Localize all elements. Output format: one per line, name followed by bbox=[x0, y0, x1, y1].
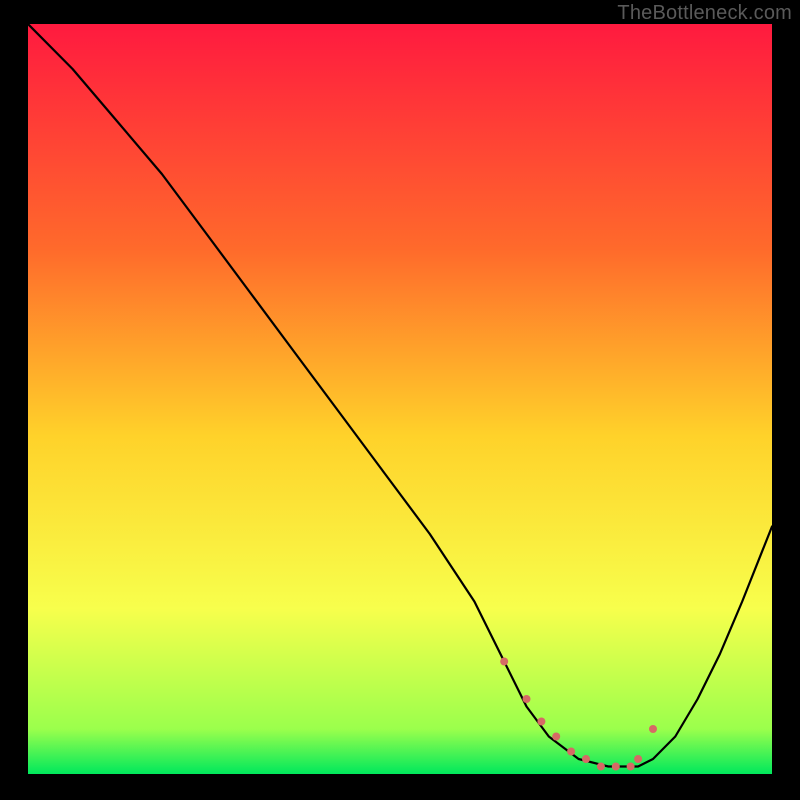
marker-dot bbox=[634, 755, 642, 763]
marker-dot bbox=[627, 763, 635, 771]
marker-dot bbox=[597, 763, 605, 771]
marker-dot bbox=[552, 733, 560, 741]
background-gradient bbox=[28, 24, 772, 774]
watermark-text: TheBottleneck.com bbox=[617, 2, 792, 25]
marker-dot bbox=[567, 748, 575, 756]
marker-dot bbox=[523, 695, 531, 703]
marker-dot bbox=[649, 725, 657, 733]
marker-dot bbox=[612, 763, 620, 771]
chart-svg bbox=[28, 24, 772, 774]
plot-area bbox=[28, 24, 772, 774]
marker-dot bbox=[537, 718, 545, 726]
marker-dot bbox=[582, 755, 590, 763]
marker-dot bbox=[500, 658, 508, 666]
chart-container: TheBottleneck.com bbox=[0, 0, 800, 800]
